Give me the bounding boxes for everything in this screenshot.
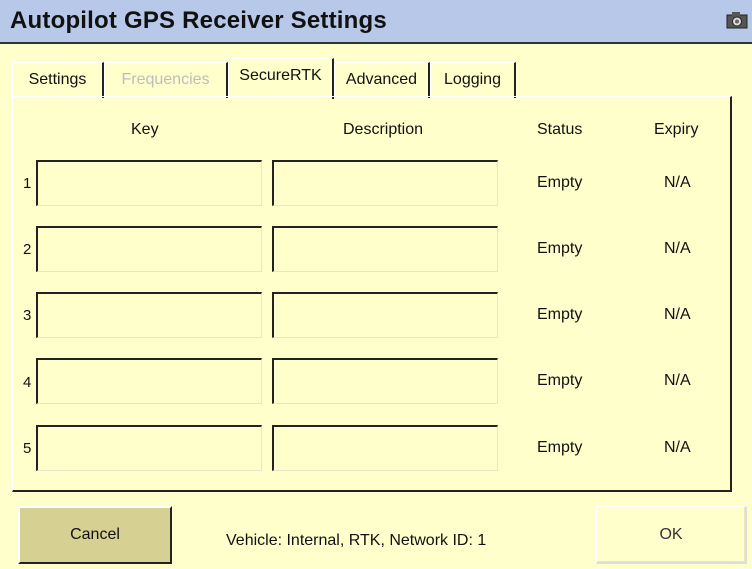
column-header-expiry: Expiry: [654, 121, 699, 138]
tab-frequencies: Frequencies: [104, 62, 228, 98]
description-input-2[interactable]: [272, 226, 498, 272]
expiry-value-1: N/A: [664, 174, 691, 191]
expiry-value-2: N/A: [664, 240, 691, 257]
vehicle-info: Vehicle: Internal, RTK, Network ID: 1: [226, 532, 487, 549]
row-number: 4: [23, 374, 32, 391]
expiry-value-5: N/A: [664, 439, 691, 456]
key-input-1[interactable]: [36, 160, 262, 206]
row-number: 2: [23, 241, 32, 258]
status-value-5: Empty: [537, 439, 583, 456]
status-value-2: Empty: [537, 240, 583, 257]
column-header-description: Description: [343, 121, 424, 138]
key-input-4[interactable]: [36, 358, 262, 404]
expiry-value-4: N/A: [664, 372, 691, 389]
camera-icon[interactable]: [726, 11, 748, 29]
status-value-1: Empty: [537, 174, 583, 191]
column-header-key: Key: [131, 121, 159, 138]
description-input-4[interactable]: [272, 358, 498, 404]
description-input-1[interactable]: [272, 160, 498, 206]
column-header-status: Status: [537, 121, 583, 138]
tab-settings[interactable]: Settings: [12, 62, 104, 98]
securertk-panel: Key Description Status Expiry 1 Empty N/…: [12, 96, 732, 492]
row-number: 5: [23, 440, 32, 457]
expiry-value-3: N/A: [664, 306, 691, 323]
row-number: 1: [23, 175, 32, 192]
key-input-3[interactable]: [36, 292, 262, 338]
cancel-button[interactable]: Cancel: [18, 506, 172, 564]
status-value-4: Empty: [537, 372, 583, 389]
status-value-3: Empty: [537, 306, 583, 323]
ok-button[interactable]: OK: [596, 506, 747, 564]
tab-advanced[interactable]: Advanced: [334, 62, 430, 98]
title-bar: Autopilot GPS Receiver Settings: [0, 0, 752, 44]
key-input-2[interactable]: [36, 226, 262, 272]
row-number: 3: [23, 307, 32, 324]
key-input-5[interactable]: [36, 425, 262, 471]
description-input-5[interactable]: [272, 425, 498, 471]
tab-securertk[interactable]: SecureRTK: [228, 58, 334, 99]
window-title: Autopilot GPS Receiver Settings: [10, 7, 387, 34]
tab-logging[interactable]: Logging: [430, 62, 516, 98]
description-input-3[interactable]: [272, 292, 498, 338]
